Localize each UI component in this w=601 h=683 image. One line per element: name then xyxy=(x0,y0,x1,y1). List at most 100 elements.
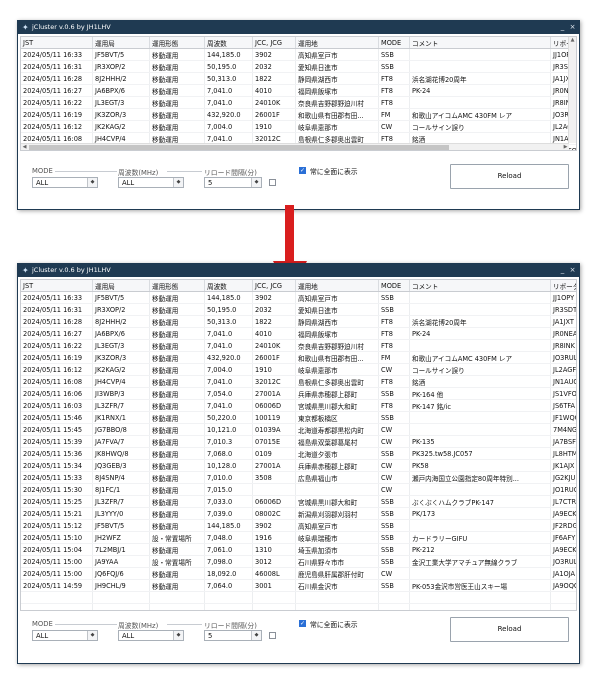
spinner-icon[interactable]: ◆ xyxy=(251,178,261,187)
col-comment: PK/173 xyxy=(409,507,551,520)
close-button[interactable]: × xyxy=(568,21,577,34)
mode-select[interactable]: ALL ◆ xyxy=(32,177,98,188)
table-row[interactable]: 2024/05/11 16:31 JR3XOP/2 移動運用 50,195.0 2032… xyxy=(21,303,576,316)
minimize-button[interactable]: _ xyxy=(558,264,567,277)
always-on-top-checkbox[interactable]: ✓ xyxy=(299,167,306,174)
col-mode: CW xyxy=(378,471,410,484)
table-row[interactable]: 2024/05/11 15:34 JQ3GEB/3 移動運用 10,128.0 2700… xyxy=(21,459,576,472)
col-station: 8J2HHH/2 xyxy=(92,315,150,328)
table-row[interactable]: 2024/05/11 16:06JI3WBP/3移動運用7,054.027001… xyxy=(21,387,576,400)
spinner-icon[interactable]: ◆ xyxy=(87,631,97,640)
col-jcc-header[interactable]: JCC, JCG xyxy=(252,280,296,292)
col-reporter: JF6AFY xyxy=(550,531,576,544)
col-frequency: 7,041.0 xyxy=(204,84,253,97)
table-row[interactable]: 2024/05/11 15:39 JA7FVA/7 移動運用 7,010.3 07015… xyxy=(21,435,576,448)
col-comment xyxy=(409,291,551,304)
empty-cell xyxy=(252,591,296,604)
table-row[interactable]: 2024/05/11 15:46 JK1RNX/1 移動運用 50,220.0 1001… xyxy=(21,411,576,424)
spinner-icon[interactable]: ◆ xyxy=(173,178,183,187)
col-reporter: 7M4NGG xyxy=(550,423,576,436)
freq-select[interactable]: ALL ◆ xyxy=(118,630,184,641)
col-location-header[interactable]: 運用地 xyxy=(295,280,379,292)
table-row[interactable]: 2024/05/11 16:03 JL3ZFR/7 移動運用 7,041.0 06006… xyxy=(21,399,576,412)
col-frequency-header[interactable]: 周波数 xyxy=(204,37,253,49)
col-jcc: 1822 xyxy=(252,72,296,85)
col-station-header[interactable]: 運用局 xyxy=(92,37,150,49)
table-row[interactable]: 2024/05/11 16:12 JK2KAG/2 移動運用 7,004.0 1910 岐… xyxy=(21,120,576,133)
freq-select-value: ALL xyxy=(122,179,135,187)
spinner-icon[interactable]: ◆ xyxy=(251,631,261,640)
col-jcc: 24010K xyxy=(252,339,296,352)
col-station: JA9YAA xyxy=(92,555,150,568)
reload-button[interactable]: Reload xyxy=(450,164,569,189)
table-row[interactable]: 2024/05/11 16:22 JL3EGT/3 移動運用 7,041.0 24010… xyxy=(21,339,576,352)
table-row[interactable]: 2024/05/11 16:19 JK3ZOR/3 移動運用 432,920.0 260… xyxy=(21,351,576,364)
reload-interval-select[interactable]: 5 ◆ xyxy=(204,630,262,641)
table-row[interactable]: 2024/05/11 14:59 JH9CHL/9 移動運用 7,064.0 3001 石… xyxy=(21,579,576,592)
col-jst: 2024/05/11 16:12 xyxy=(21,120,93,133)
scroll-left-icon[interactable]: ◀ xyxy=(21,144,28,150)
table-row[interactable]: 2024/05/11 15:30 8J1FC/1 移動運用 7,015.0 CW JO1R… xyxy=(21,483,576,496)
col-location: 岐阜県恵那市 xyxy=(295,363,379,376)
table-row[interactable]: 2024/05/11 16:22 JL3EGT/3 移動運用 7,041.0 24010… xyxy=(21,96,576,109)
reload-button[interactable]: Reload xyxy=(450,617,569,642)
col-location-header[interactable]: 運用地 xyxy=(295,37,379,49)
col-comment-header[interactable]: コメント xyxy=(409,37,551,49)
minimize-button[interactable]: _ xyxy=(558,21,567,34)
mode-select[interactable]: ALL ◆ xyxy=(32,630,98,641)
col-op-type: 移動運用 xyxy=(149,363,205,376)
table-row[interactable]: 2024/05/11 15:33 8J4SNP/4 移動運用 7,010.0 3508 広… xyxy=(21,471,576,484)
table-row[interactable]: 2024/05/11 16:27 JA6BPX/6 移動運用 7,041.0 4010 福… xyxy=(21,327,576,340)
col-jcc-header[interactable]: JCC, JCG xyxy=(252,37,296,49)
horizontal-scrollbar[interactable]: ◀ ▶ xyxy=(21,143,569,150)
table-row[interactable]: 2024/05/11 16:33 JF5BVT/5 移動運用 144,185.0 390… xyxy=(21,48,576,61)
col-jst-header[interactable]: JST xyxy=(21,280,93,292)
table-row[interactable]: 2024/05/11 16:28 8J2HHH/2 移動運用 50,313.0 1822… xyxy=(21,72,576,85)
table-row[interactable]: 2024/05/11 15:12 JF5BVT/5 移動運用 144,185.0 390… xyxy=(21,519,576,532)
table-row[interactable]: 2024/05/11 16:19 JK3ZOR/3 移動運用 432,920.0 260… xyxy=(21,108,576,121)
close-button[interactable]: × xyxy=(568,264,577,277)
table-row[interactable]: 2024/05/11 15:45 JG7BBO/8 移動運用 10,121.0 0103… xyxy=(21,423,576,436)
col-reporter: JR3SDT xyxy=(550,303,576,316)
table-row[interactable]: 2024/05/11 16:31 JR3XOP/2 移動運用 50,195.0 2032… xyxy=(21,60,576,73)
scroll-up-icon[interactable]: ▲ xyxy=(569,37,576,44)
vertical-scrollbar[interactable]: ▲ xyxy=(568,37,576,143)
empty-cell xyxy=(92,591,150,604)
horizontal-scroll-thumb[interactable] xyxy=(29,145,449,150)
table-row[interactable]: 2024/05/11 15:36 JK8HWQ/8 移動運用 7,068.0 0109 北… xyxy=(21,447,576,460)
table-row[interactable]: 2024/05/11 16:12 JK2KAG/2 移動運用 7,004.0 1910 岐… xyxy=(21,363,576,376)
freq-select[interactable]: ALL ◆ xyxy=(118,177,184,188)
table-row[interactable]: 2024/05/11 15:00 JQ6FQJ/6 移動運用 18,092.0 4600… xyxy=(21,567,576,580)
scroll-right-icon[interactable]: ▶ xyxy=(562,144,569,150)
auto-reload-checkbox[interactable] xyxy=(269,632,276,639)
col-mode-header[interactable]: MODE xyxy=(378,37,410,49)
col-mode: SSB xyxy=(378,60,410,73)
spinner-icon[interactable]: ◆ xyxy=(87,178,97,187)
col-comment: 浜名湖花博20周年 xyxy=(409,72,551,85)
col-jst-header[interactable]: JST xyxy=(21,37,93,49)
col-op-type-header[interactable]: 運用形態 xyxy=(149,280,205,292)
table-row[interactable]: 2024/05/11 16:27 JA6BPX/6 移動運用 7,041.0 4010 福… xyxy=(21,84,576,97)
spinner-icon[interactable]: ◆ xyxy=(173,631,183,640)
table-row[interactable]: 2024/05/11 15:21 JL3YYY/0 移動運用 7,039.0 08002… xyxy=(21,507,576,520)
col-comment-header[interactable]: コメント xyxy=(409,280,551,292)
col-reporter-header[interactable]: リポータ xyxy=(550,280,576,292)
table-row[interactable]: 2024/05/11 16:08 JH4CVP/4 移動運用 7,041.0 32012… xyxy=(21,375,576,388)
table-row[interactable]: 2024/05/11 15:10 JH2WFZ 設・常置場所 7,048.0 1916 岐… xyxy=(21,531,576,544)
col-jst: 2024/05/11 15:36 xyxy=(21,447,93,460)
reload-interval-select[interactable]: 5 ◆ xyxy=(204,177,262,188)
col-mode-header[interactable]: MODE xyxy=(378,280,410,292)
col-jcc xyxy=(252,483,296,496)
col-station: JK8HWQ/8 xyxy=(92,447,150,460)
table-row[interactable]: 2024/05/11 15:04 7L2MBJ/1 移動運用 7,061.0 1310 埼… xyxy=(21,543,576,556)
always-on-top-checkbox[interactable]: ✓ xyxy=(299,620,306,627)
table-row[interactable]: 2024/05/11 15:00 JA9YAA 設・常置場所 7,098.0 3012 石… xyxy=(21,555,576,568)
table-row[interactable]: 2024/05/11 15:25 JL3ZFR/7 移動運用 7,033.0 06006… xyxy=(21,495,576,508)
auto-reload-checkbox[interactable] xyxy=(269,179,276,186)
col-station: JF5BVT/5 xyxy=(92,48,150,61)
col-frequency-header[interactable]: 周波数 xyxy=(204,280,253,292)
col-op-type-header[interactable]: 運用形態 xyxy=(149,37,205,49)
table-row[interactable]: 2024/05/11 16:33 JF5BVT/5 移動運用 144,185.0 390… xyxy=(21,291,576,304)
col-station-header[interactable]: 運用局 xyxy=(92,280,150,292)
table-row[interactable]: 2024/05/11 16:28 8J2HHH/2 移動運用 50,313.0 1822… xyxy=(21,315,576,328)
